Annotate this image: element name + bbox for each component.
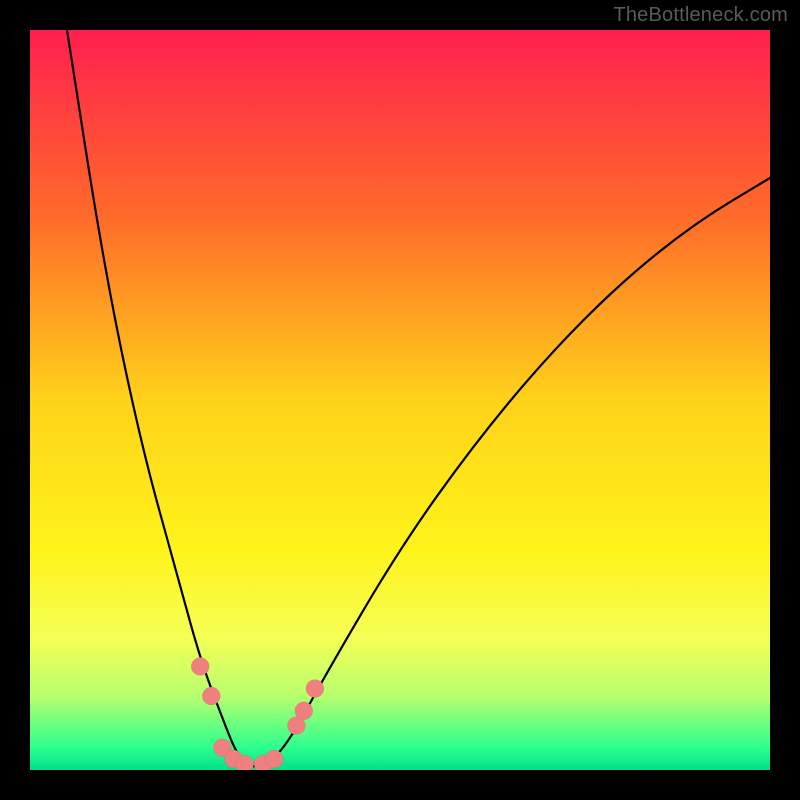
chart-area xyxy=(30,30,770,770)
watermark-text: TheBottleneck.com xyxy=(613,4,788,27)
chart-svg xyxy=(30,30,770,770)
data-marker xyxy=(191,657,209,675)
data-marker xyxy=(265,750,283,768)
data-marker xyxy=(295,702,313,720)
gradient-background xyxy=(30,30,770,770)
data-marker xyxy=(236,755,254,770)
data-marker xyxy=(202,687,220,705)
data-marker xyxy=(306,680,324,698)
